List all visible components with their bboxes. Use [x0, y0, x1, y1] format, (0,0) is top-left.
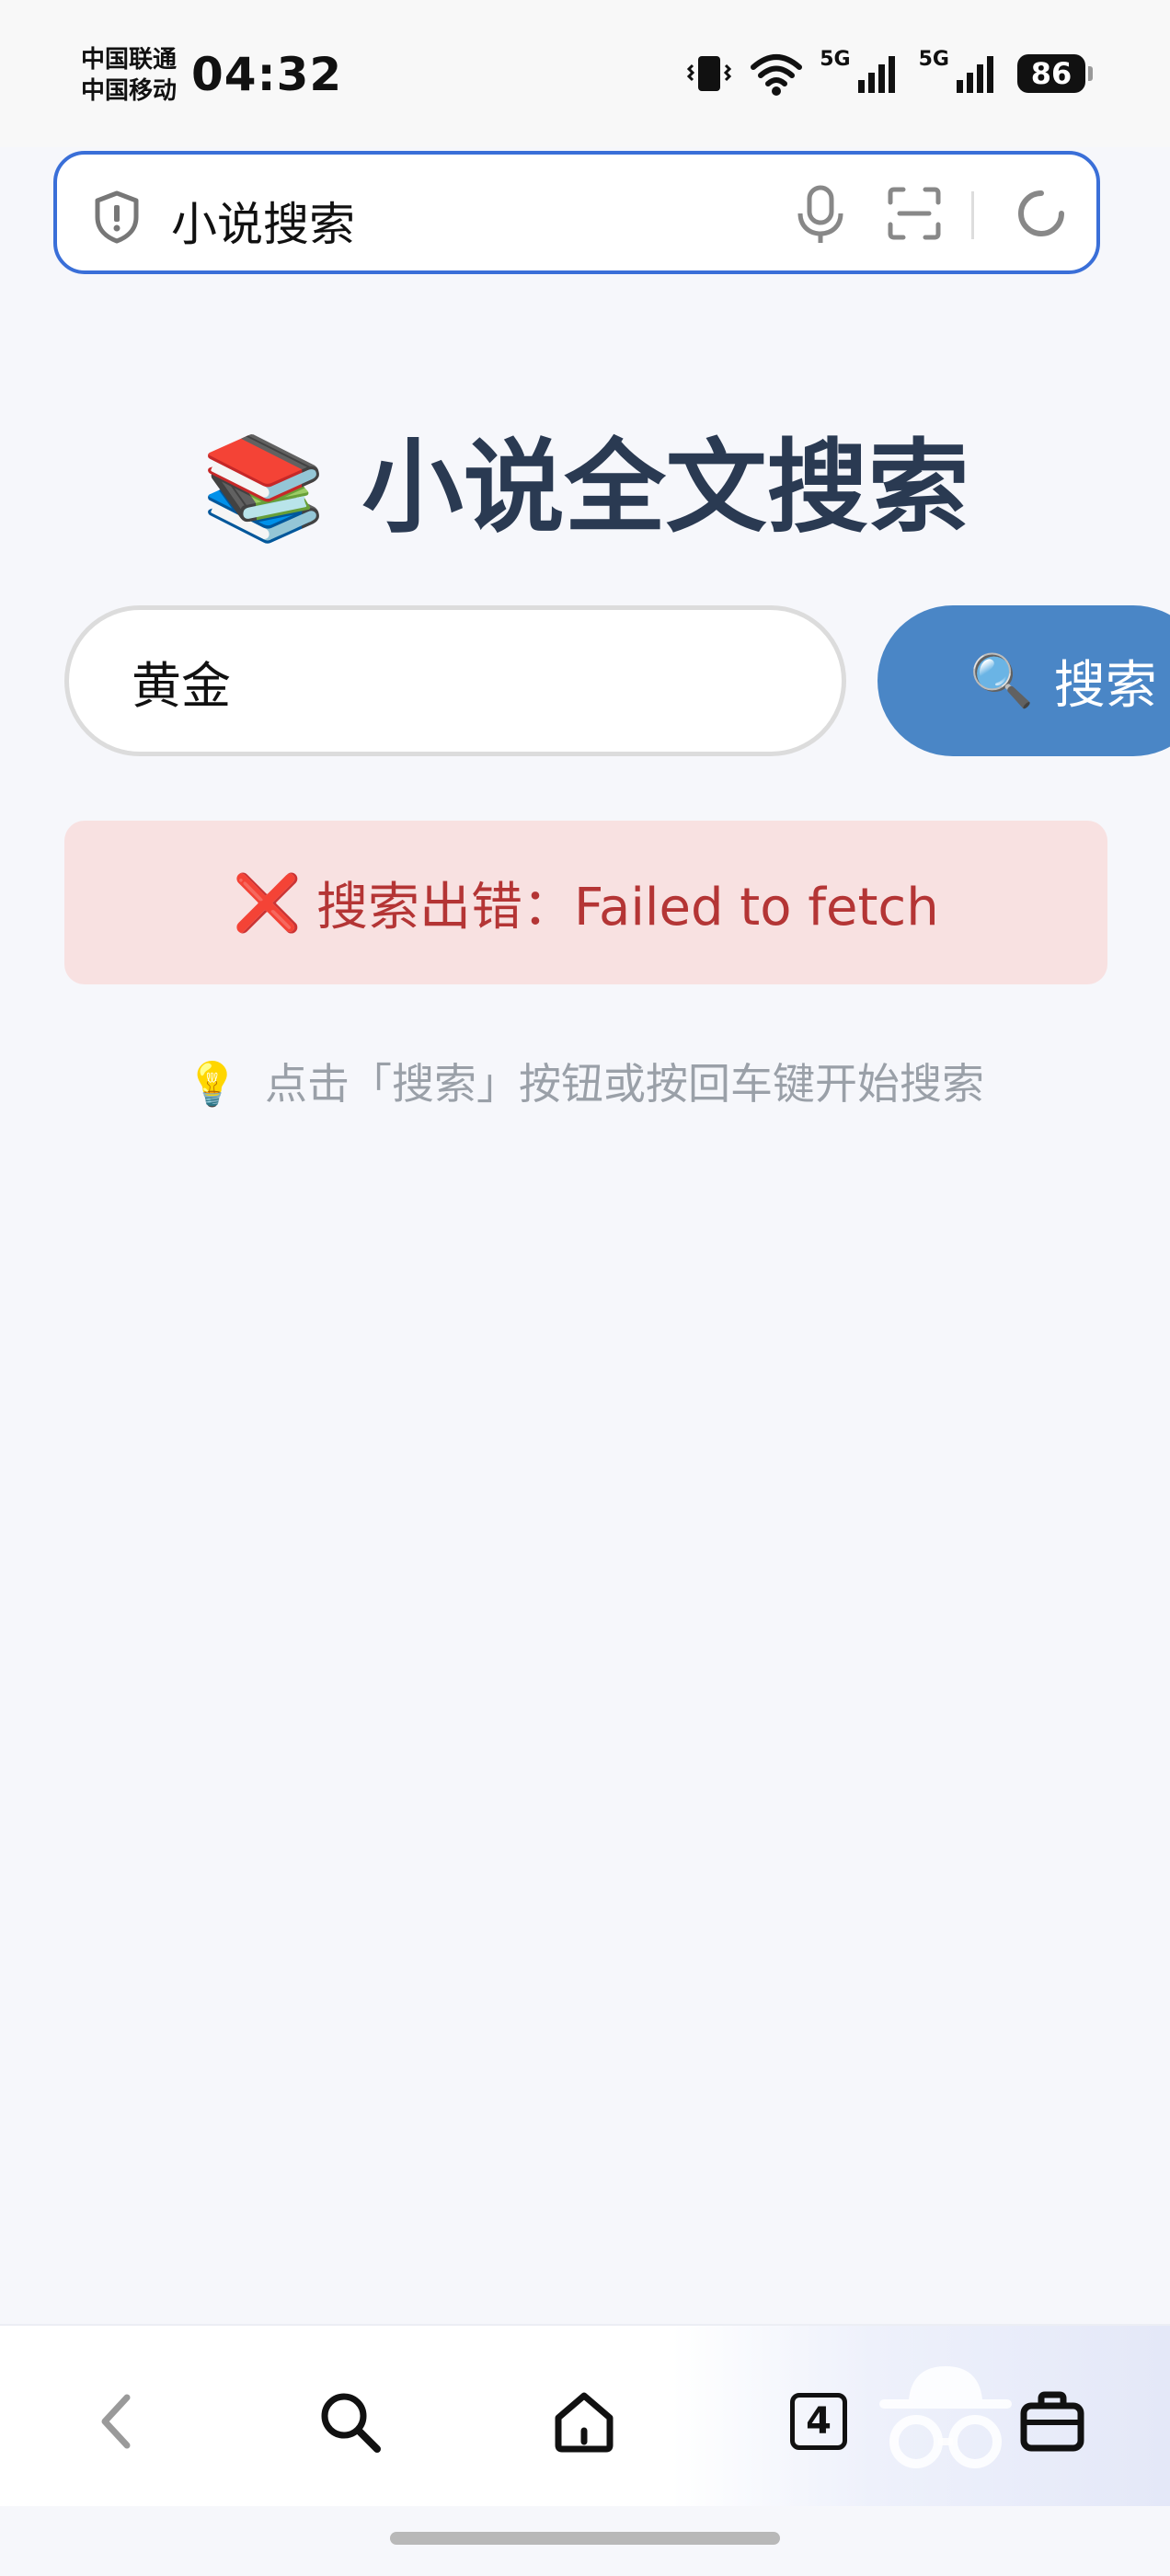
- error-message-text: 搜索出错：Failed to fetch: [315, 877, 939, 937]
- search-icon: [321, 2393, 381, 2453]
- network-type-2: 5G: [918, 48, 949, 71]
- home-button[interactable]: [547, 2385, 621, 2458]
- wifi-icon: [751, 54, 803, 96]
- status-icons: 5G 5G 86: [685, 48, 1093, 99]
- address-text[interactable]: 小说搜索: [171, 188, 355, 254]
- back-icon: [101, 2394, 131, 2449]
- error-x-icon: ❌: [233, 870, 302, 936]
- signal-icon-1: [857, 56, 895, 93]
- briefcase-button[interactable]: [1015, 2385, 1089, 2458]
- home-indicator[interactable]: [390, 2532, 780, 2545]
- vibrate-icon: [687, 56, 732, 91]
- back-button[interactable]: [79, 2385, 153, 2458]
- search-nav-button[interactable]: [313, 2385, 386, 2458]
- home-icon: [555, 2392, 614, 2453]
- search-button-label: 搜索: [1053, 655, 1157, 716]
- scan-icon[interactable]: [887, 186, 942, 241]
- battery-indicator: 86: [1017, 54, 1093, 93]
- shield-icon[interactable]: [92, 190, 142, 245]
- search-button[interactable]: 🔍 搜索: [878, 605, 1170, 756]
- hint-text: 点击「搜索」按钮或按回车键开始搜索: [264, 1059, 984, 1109]
- magnifier-icon: 🔍: [969, 651, 1034, 711]
- tabs-button[interactable]: 4: [782, 2385, 855, 2458]
- signal-icon-2: [957, 56, 993, 93]
- network-type-1: 5G: [820, 48, 851, 71]
- carrier-2: 中国移动: [81, 77, 178, 105]
- tabs-icon: 4: [790, 2393, 847, 2450]
- carrier-names: 中国联通 中国移动: [81, 44, 177, 107]
- address-divider: [971, 191, 974, 239]
- status-bar: 中国联通 中国移动 04:32 5G 5G 86: [0, 0, 1170, 147]
- bottom-navigation-bar: 4: [0, 2324, 1170, 2506]
- page-title-text: 小说全文搜索: [361, 429, 969, 546]
- address-bar[interactable]: 小说搜索: [53, 151, 1100, 274]
- clock: 04:32: [191, 48, 343, 101]
- mic-icon[interactable]: [793, 184, 848, 245]
- reload-icon[interactable]: [1010, 182, 1072, 245]
- books-icon: 📚: [201, 429, 327, 546]
- error-message-box: ❌ 搜索出错：Failed to fetch: [64, 821, 1107, 984]
- lightbulb-icon: 💡: [186, 1059, 239, 1109]
- hint-text-row: 💡 点击「搜索」按钮或按回车键开始搜索: [0, 1051, 1170, 1111]
- search-input[interactable]: [64, 605, 846, 756]
- carrier-1: 中国联通: [81, 46, 178, 74]
- page-content: 📚 小说全文搜索 🔍 搜索 ❌ 搜索出错：Failed to fetch 💡 点…: [0, 304, 1170, 2328]
- briefcase-icon: [1020, 2391, 1084, 2452]
- page-title: 📚 小说全文搜索: [0, 405, 1170, 552]
- incognito-icon: [879, 2366, 1012, 2468]
